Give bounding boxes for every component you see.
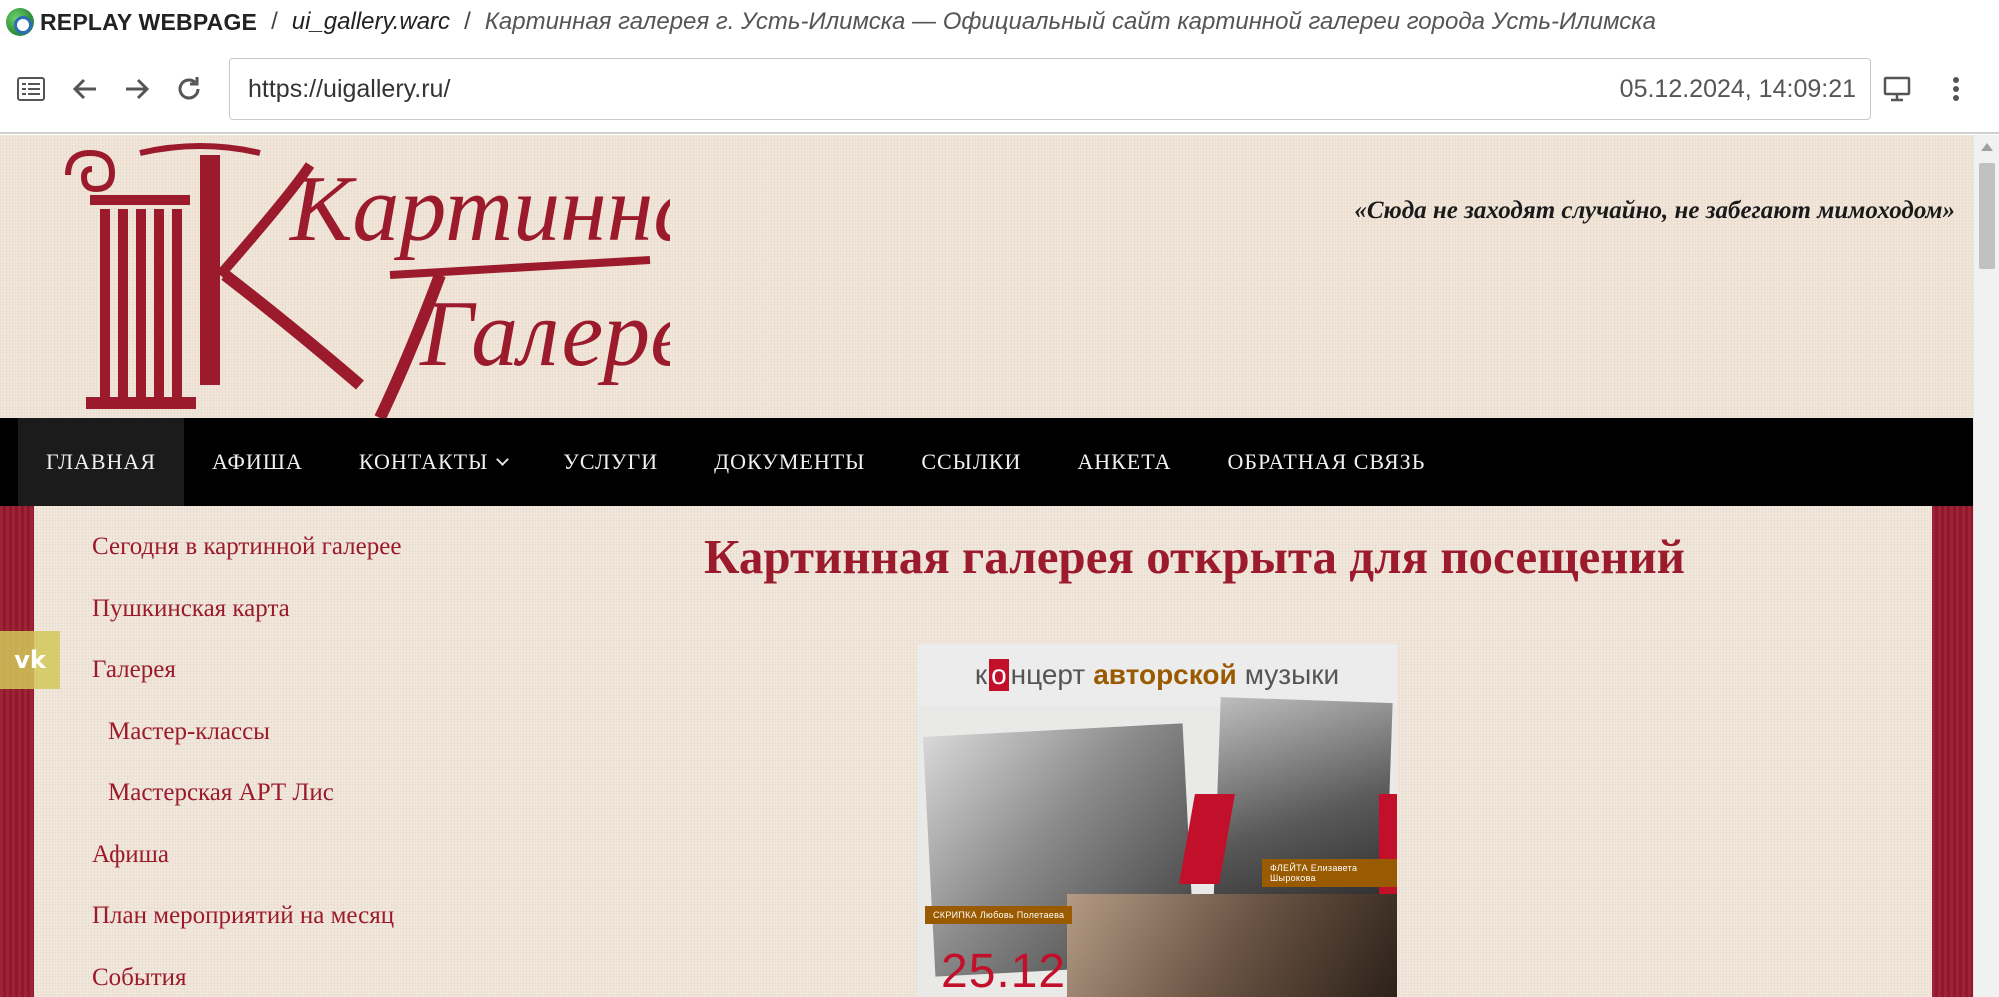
nav-item-services[interactable]: Услуги [535,418,686,506]
nav-item-home[interactable]: Главная [18,418,184,506]
sidebar-item-art-lis[interactable]: Мастерская АРТ Лис [92,752,552,814]
archived-page: Картинная Галерея «Сюда не заходят случа… [0,135,1973,997]
sidebar-item-gallery[interactable]: Галерея [92,629,552,691]
logo-line1: Картинная [288,157,670,261]
breadcrumb-page-title: Картинная галерея г. Усть-Илимска — Офиц… [484,8,1656,35]
breadcrumb-separator: / [271,8,278,35]
poster-tag-violin: СКРИПКА Любовь Полетаева [925,906,1073,924]
kebab-menu-icon[interactable] [1939,72,1973,106]
sidebar-item-master-classes[interactable]: Мастер-классы [92,691,552,753]
sidebar-item-events[interactable]: События [92,937,552,997]
guitarist-photo [1067,894,1397,997]
page-title: Картинная галерея открыта для посещений [704,529,1685,584]
sidebar-item-afisha[interactable]: Афиша [92,814,552,876]
content-inner: Сегодня в картинной галерее Пушкинская к… [34,506,1932,997]
scroll-up-arrow-icon[interactable] [1981,143,1993,151]
vk-icon: vk [14,646,46,674]
nav-item-contacts-label: Контакты [358,449,489,474]
nav-item-afisha[interactable]: Афиша [184,418,331,506]
main-nav: Главная Афиша Контакты Услуги Документы … [0,418,1973,506]
sidebar-item-monthly-plan[interactable]: План мероприятий на месяц [92,875,552,937]
sidebar-icon[interactable] [14,72,48,106]
chevron-down-icon [496,452,510,466]
poster-tag-flute: ФЛЕЙТА Елизавета Шырокова [1262,859,1397,887]
content-area: Сегодня в картинной галерее Пушкинская к… [0,506,1973,997]
vk-share-button[interactable]: vk [0,631,60,689]
poster-head-bold: авторской [1093,659,1237,690]
site-header: Картинная Галерея «Сюда не заходят случа… [0,135,1973,421]
site-logo[interactable]: Картинная Галерея [60,135,744,421]
concert-poster-image[interactable]: к о нцерт авторской музыки СКРИПКА Любовь … [917,644,1397,997]
replay-header: REPLAY WEBPAGE / ui_gallery.warc / Карти… [0,0,1999,44]
right-decor-border [1932,506,1973,997]
logo-line2: Галерея [419,282,670,386]
breadcrumb-separator: / [464,8,471,35]
poster-date: 25.12 [941,945,1067,997]
back-arrow-icon[interactable] [68,72,102,106]
nav-item-links[interactable]: Ссылки [893,418,1049,506]
poster-head-mid: нцерт [1010,659,1086,690]
forward-arrow-icon[interactable] [120,72,154,106]
poster-head-mark: о [989,659,1009,691]
scroll-thumb[interactable] [1979,163,1995,269]
site-motto: «Сюда не заходят случайно, не забегают м… [1354,197,1955,224]
sidebar-menu: Сегодня в картинной галерее Пушкинская к… [92,506,552,997]
url-field[interactable]: https://uigallery.ru/ 05.12.2024, 14:09:… [229,58,1871,120]
poster-head-pre: к [974,659,988,690]
capture-timestamp: 05.12.2024, 14:09:21 [1619,74,1856,103]
nav-item-contacts[interactable]: Контакты [331,418,535,506]
sidebar-item-pushkin-card[interactable]: Пушкинская карта [92,568,552,630]
url-text[interactable]: https://uigallery.ru/ [248,75,450,104]
globe-icon [6,8,34,36]
poster-head-post: музыки [1244,659,1340,690]
nav-item-feedback[interactable]: Обратная связь [1199,418,1453,506]
url-toolbar: https://uigallery.ru/ 05.12.2024, 14:09:… [0,44,1999,134]
page-scrollbar[interactable] [1973,135,1999,997]
replay-logo[interactable]: REPLAY WEBPAGE [6,8,257,36]
nav-item-documents[interactable]: Документы [686,418,893,506]
sidebar-item-today[interactable]: Сегодня в картинной галерее [92,506,552,568]
desktop-icon[interactable] [1880,72,1914,106]
reload-icon[interactable] [172,72,206,106]
poster-headline: к о нцерт авторской музыки [917,644,1397,706]
replay-brand: REPLAY WEBPAGE [40,8,258,35]
left-decor-border [0,506,34,997]
nav-item-survey[interactable]: Анкета [1049,418,1199,506]
breadcrumb-archive[interactable]: ui_gallery.warc [292,8,450,36]
